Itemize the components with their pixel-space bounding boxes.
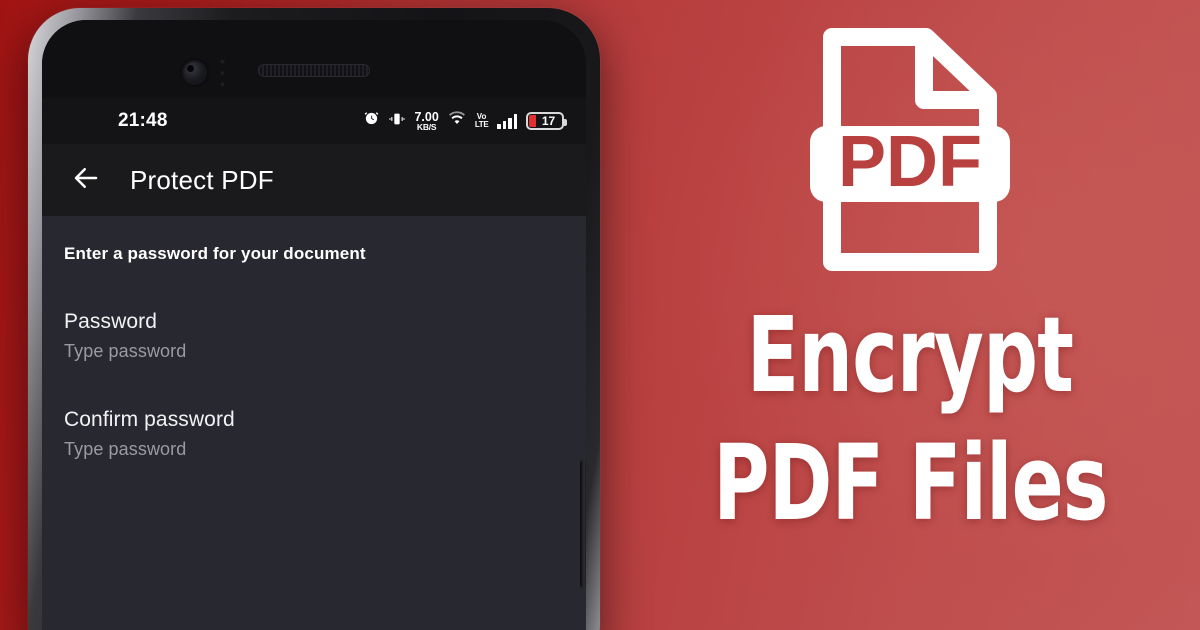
- power-button[interactable]: [580, 460, 586, 588]
- confirm-password-field[interactable]: Confirm password Type password: [42, 408, 586, 460]
- network-speed-unit: KB/S: [416, 122, 437, 132]
- vibrate-icon: [389, 111, 406, 132]
- volte-bottom: LTE: [474, 120, 489, 129]
- poster-canvas: 21:48 7.00 KB/S Vo LTE 17 Protect PDF En…: [0, 0, 1200, 630]
- promo-headline-line-1: Encrypt: [746, 294, 1074, 416]
- status-bar: 21:48 7.00 KB/S Vo LTE 17: [42, 98, 586, 144]
- promo-headline-line-2: PDF Files: [712, 422, 1108, 545]
- proximity-sensor-icon: [218, 58, 227, 88]
- promo-panel: PDF Encrypt PDF Files: [620, 0, 1200, 630]
- page-title: Protect PDF: [130, 164, 274, 195]
- cellular-signal-icon: [497, 113, 517, 129]
- password-input[interactable]: Type password: [64, 341, 564, 362]
- settings-content: Enter a password for your document Passw…: [42, 216, 586, 460]
- password-label: Password: [64, 310, 158, 333]
- network-speed-indicator: 7.00 KB/S: [414, 110, 438, 132]
- confirm-password-input[interactable]: Type password: [64, 439, 564, 460]
- battery-level: 17: [541, 114, 556, 128]
- status-icons: 7.00 KB/S Vo LTE 17: [363, 110, 567, 133]
- battery-indicator: 17: [526, 112, 567, 130]
- back-arrow-icon: [71, 163, 101, 198]
- back-button[interactable]: [64, 158, 108, 202]
- front-camera-icon: [182, 60, 207, 85]
- pdf-icon-label: PDF: [838, 122, 982, 202]
- phone-top-bezel: [42, 20, 586, 98]
- phone-screen: 21:48 7.00 KB/S Vo LTE 17 Protect PDF En…: [42, 98, 586, 630]
- pdf-file-icon: PDF: [810, 28, 1010, 271]
- earpiece-speaker-icon: [258, 64, 370, 77]
- alarm-clock-icon: [363, 110, 380, 132]
- volte-icon: Vo LTE: [474, 112, 489, 130]
- status-time: 21:48: [118, 110, 168, 131]
- phone-bezel: 21:48 7.00 KB/S Vo LTE 17 Protect PDF En…: [42, 20, 586, 630]
- phone-mockup: 21:48 7.00 KB/S Vo LTE 17 Protect PDF En…: [28, 8, 600, 630]
- confirm-password-label: Confirm password: [64, 408, 235, 431]
- app-bar: Protect PDF: [42, 144, 586, 216]
- password-field[interactable]: Password Type password: [42, 310, 586, 362]
- wifi-icon: [448, 110, 466, 133]
- section-heading: Enter a password for your document: [64, 244, 366, 263]
